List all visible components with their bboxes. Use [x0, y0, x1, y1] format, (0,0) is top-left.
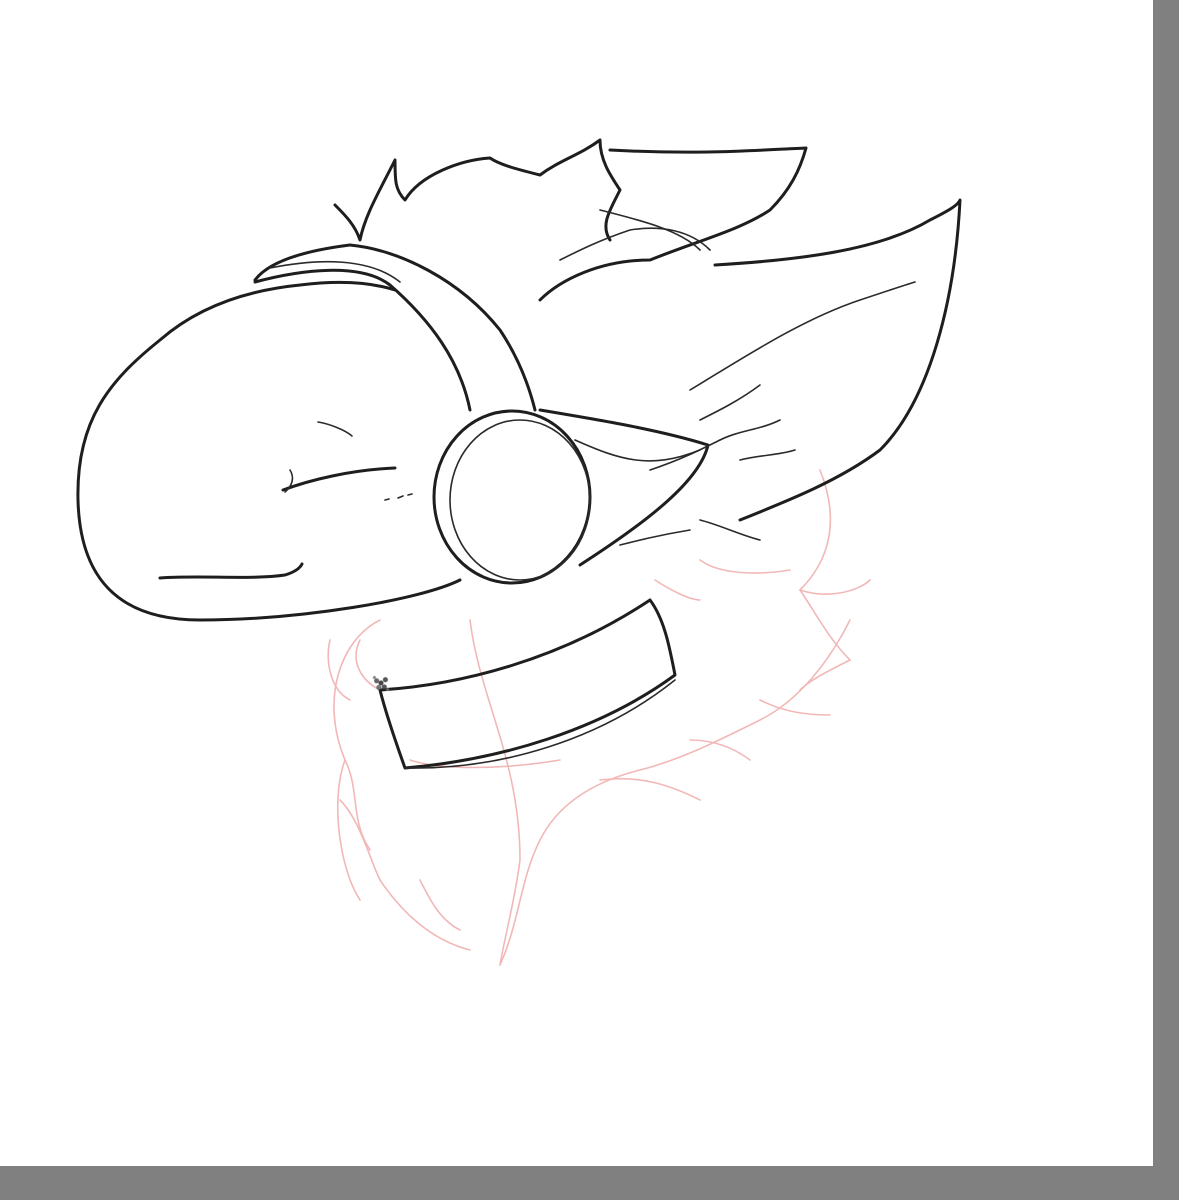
brush-cursor-icon	[370, 672, 392, 694]
hair-tuft	[333, 138, 622, 242]
smile	[158, 562, 304, 580]
headphone-band	[253, 268, 472, 412]
bottom-panel-edge	[0, 1166, 1179, 1200]
right-panel-edge	[1153, 0, 1179, 1200]
collar	[378, 598, 677, 770]
headphone-earcup	[432, 409, 592, 585]
ear-outline	[713, 198, 962, 522]
head-outline	[76, 280, 462, 622]
drawing-canvas[interactable]	[0, 0, 1153, 1166]
artwork	[76, 138, 962, 966]
closed-eye	[281, 466, 397, 492]
drawing-app-window	[0, 0, 1179, 1200]
ink-layer	[76, 138, 962, 770]
